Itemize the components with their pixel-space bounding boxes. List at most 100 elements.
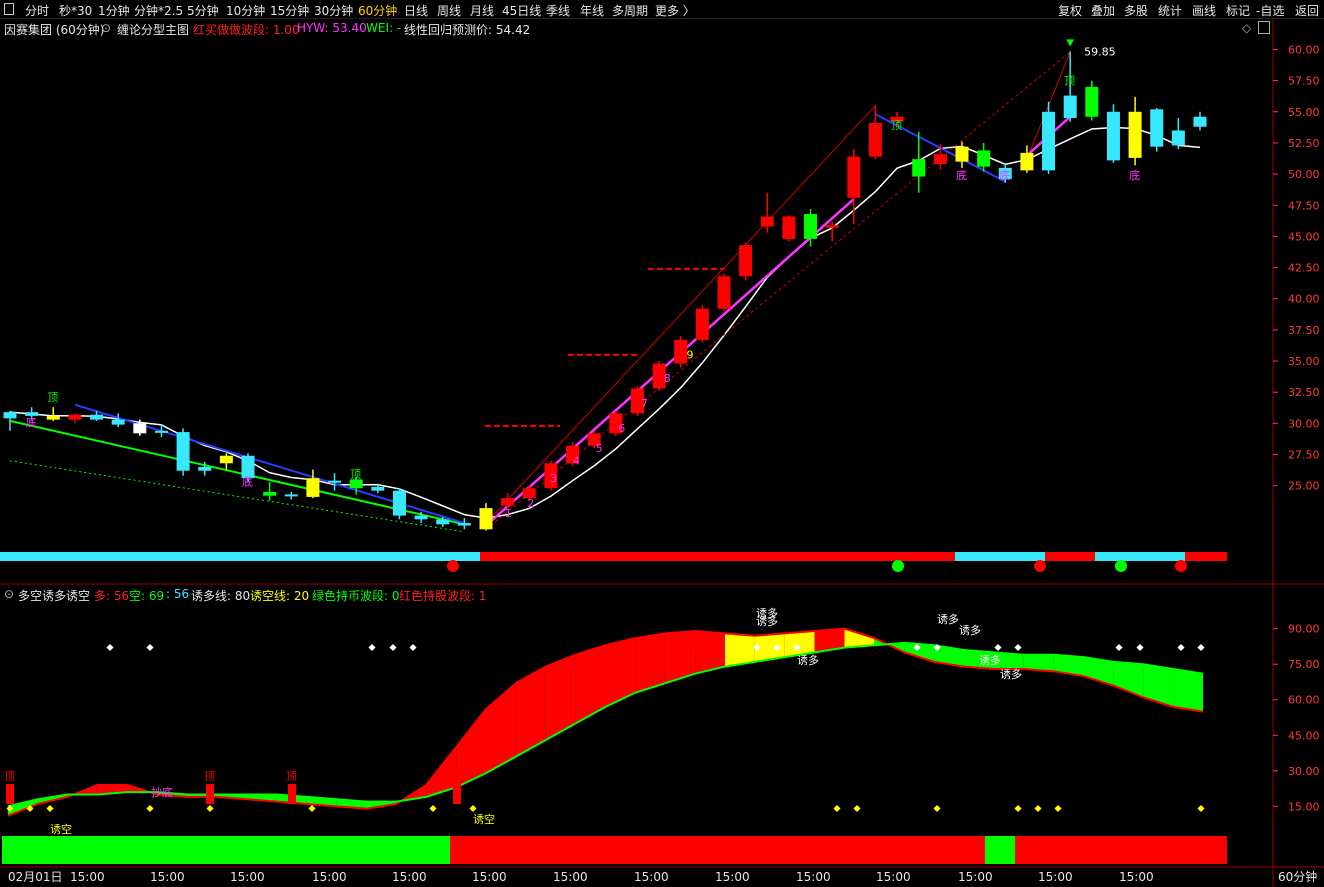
signal-bar-cyan [0,552,480,561]
count-label: 2 [527,497,534,510]
count-label: 7 [641,397,648,410]
candle-body [847,156,861,198]
signal-bar-red [1045,552,1095,561]
sub-tick-label: 90.00 [1288,623,1320,636]
price-tick-label: 37.50 [1288,324,1320,337]
candle-body [501,498,515,506]
band-green [2,836,450,864]
price-tick-label: 27.50 [1288,449,1320,462]
time-label: 15:00 [392,870,427,884]
diamond-marker [994,643,1002,652]
top-marker [6,784,14,804]
count-label: 9 [686,349,693,362]
diamond-marker [833,804,841,813]
sub-tick-label: 30.00 [1288,765,1320,778]
candle-body [68,414,82,420]
sub-tick-label: 75.00 [1288,658,1320,671]
time-label: 15:00 [230,870,265,884]
candle-body [111,419,125,425]
candle-body [977,150,991,167]
count-label: 3 [550,472,557,485]
sub-tick-label: 60.00 [1288,694,1320,707]
duokong-area-chart: 诱空诱空诱多诱多诱多诱多诱多诱多诱多抄底顶顶顶顶 [2,606,1227,864]
chart-frame [0,19,1324,887]
top-marker-label: 顶 [4,770,15,783]
price-tick-label: 25.00 [1288,480,1320,493]
signal-bar-red [480,552,955,561]
candle-body [479,508,493,530]
top-marker [453,784,461,804]
candle-body [133,423,147,434]
diamond-marker [429,804,437,813]
count-label: 8 [664,372,671,385]
price-tick-label: 57.50 [1288,75,1320,88]
bottom-label: 底 [1129,168,1140,182]
top-label: 顶 [1064,74,1075,87]
top-marker [206,784,214,804]
price-tick-label: 45.00 [1288,230,1320,243]
bottom-label: 底 [999,168,1010,182]
candle-body [3,412,17,419]
candle-body [1150,109,1164,147]
diamond-marker [469,804,477,813]
time-label: 15:00 [876,870,911,884]
time-label: 15:00 [1119,870,1154,884]
candle-body [414,515,428,520]
time-label: 15:00 [1038,870,1073,884]
time-label: 15:00 [715,870,750,884]
candle-body [1193,116,1207,127]
signal-label: 诱多 [979,653,1001,667]
area-band [575,645,606,724]
signal-dot [1115,560,1127,572]
diamond-marker [1014,643,1022,652]
signal-label: 诱多 [797,653,819,667]
price-tick-label: 60.00 [1288,43,1320,56]
band-red [450,836,985,864]
chart-canvas[interactable]: 59.85顶顶顶顶底底底底底123456789 诱空诱空诱多诱多诱多诱多诱多诱多… [0,0,1324,887]
diamond-marker [146,643,154,652]
top-label: 顶 [891,119,902,132]
time-label: 15:00 [312,870,347,884]
diamond-marker [853,804,861,813]
top-label: 顶 [47,391,58,404]
price-tick-label: 32.50 [1288,386,1320,399]
signal-dot [1175,560,1187,572]
candle-body [284,494,298,497]
candle-body [1020,152,1034,171]
count-label: 5 [596,442,603,455]
signal-dot [447,560,459,572]
signal-bar-cyan [955,552,1045,561]
diamond-marker [368,643,376,652]
signal-label: 诱空 [50,822,72,836]
time-label: 15:00 [634,870,669,884]
signal-label: 抄底 [151,785,173,799]
diamond-marker [106,643,114,652]
area-band [1143,664,1174,707]
candle-body [176,432,190,471]
price-tick-label: 35.00 [1288,355,1320,368]
diamond-marker [1034,804,1042,813]
signal-label: 诱多 [959,623,981,637]
candlestick-chart: 59.85顶顶顶顶底底底底底123456789 [0,39,1227,572]
sub-tick-label: 15.00 [1288,800,1320,813]
top-marker-label: 顶 [204,770,215,783]
candle-body [912,159,926,177]
top-marker-label: 顶 [286,770,297,783]
candle-body [371,486,385,491]
candle-body [328,480,342,483]
top-marker [288,784,296,804]
diamond-marker [409,643,417,652]
band-red [1015,836,1227,864]
bottom-label: 底 [242,475,253,489]
signal-label: 诱多 [756,614,778,628]
time-label: 15:00 [958,870,993,884]
price-tick-label: 42.50 [1288,262,1320,275]
sub-tick-label: 45.00 [1288,729,1320,742]
time-label: 02月01日 [8,870,63,884]
candle-body [782,216,796,239]
top-marker-label: 顶 [451,770,462,783]
candle-body [717,276,731,309]
diamond-marker [1197,804,1205,813]
time-label: 15:00 [796,870,831,884]
price-tick-label: 55.00 [1288,106,1320,119]
